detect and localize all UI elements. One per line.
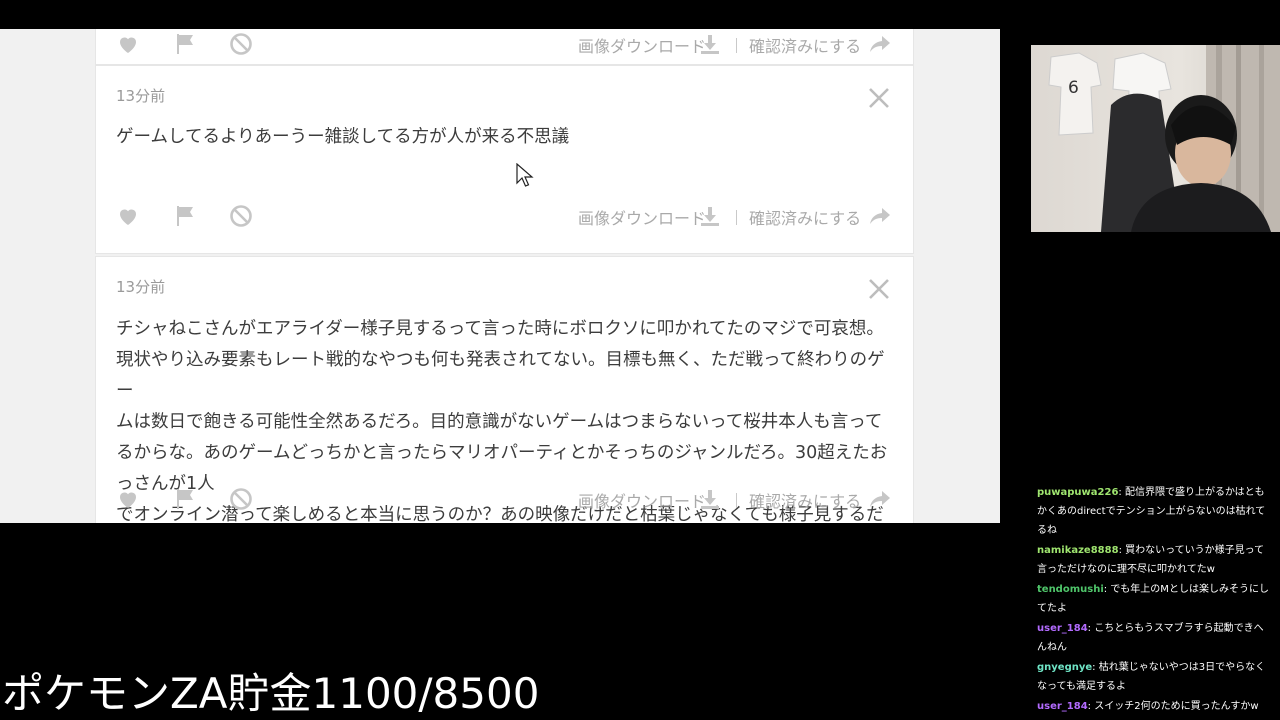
chat-username[interactable]: tendomushi [1037,584,1104,595]
chat-message: user_184: こちとらもうスマブラすら起動できへんねん [1037,619,1273,657]
forward-arrow-icon[interactable] [868,487,892,511]
mark-confirmed-link[interactable]: 確認済みにする [749,33,861,57]
flag-icon[interactable] [173,32,197,56]
chat-message: user_184: スイッチ2何のために買ったんすかw [1037,697,1273,716]
close-icon[interactable] [867,86,891,110]
mark-confirmed-link[interactable]: 確認済みにする [749,488,861,512]
comment-time: 13分前 [116,278,166,296]
savings-goal-text: ポケモンZA貯金1100/8500 [2,669,540,718]
comment-card: 画像ダウンロード 確認済みにする [95,29,914,65]
chat-username[interactable]: puwapuwa226 [1037,487,1118,498]
heart-icon[interactable] [116,204,140,228]
streamer-webcam-image: 6 [1048,45,1280,232]
download-image-link[interactable]: 画像ダウンロード [578,33,706,57]
comment-time: 13分前 [116,87,166,105]
svg-text:6: 6 [1068,78,1079,98]
block-icon[interactable] [229,204,253,228]
heart-icon[interactable] [116,487,140,511]
download-icon[interactable] [698,487,722,511]
action-divider [736,38,737,53]
block-icon[interactable] [229,487,253,511]
forward-arrow-icon[interactable] [868,204,892,228]
browser-capture: 画像ダウンロード 確認済みにする 13分前 ゲームしてるよりあーうー雑談してる方… [0,29,1000,523]
card-actions: 画像ダウンロード 確認済みにする [96,201,915,231]
download-image-link[interactable]: 画像ダウンロード [578,205,706,229]
heart-icon[interactable] [116,32,140,56]
card-actions: 画像ダウンロード 確認済みにする [96,29,915,59]
comment-card: 13分前 ゲームしてるよりあーうー雑談してる方が人が来る不思議 画像ダウンロード… [95,65,914,254]
action-divider [736,493,737,508]
forward-arrow-icon[interactable] [868,32,892,56]
chat-message: namikaze8888: 買わないっていうか様子見って言っただけなのに理不尽に… [1037,541,1273,579]
chat-message: gnyegnye: 枯れ葉じゃないやつは3日でやらなくなっても満足するよ [1037,658,1273,696]
chat-message: puwapuwa226: 配信界隈で盛り上がるかはともかくあのdirectでテン… [1037,483,1273,540]
chat-text: スイッチ2何のために買ったんすかw [1094,701,1259,712]
flag-icon[interactable] [173,487,197,511]
download-icon[interactable] [698,32,722,56]
close-icon[interactable] [867,277,891,301]
download-image-link[interactable]: 画像ダウンロード [578,488,706,512]
block-icon[interactable] [229,32,253,56]
chat-username[interactable]: namikaze8888 [1037,545,1119,556]
flag-icon[interactable] [173,204,197,228]
chat-message: tendomushi: でも年上のMとしは楽しみそうにしてたよ [1037,580,1273,618]
action-divider [736,210,737,225]
chat-username[interactable]: user_184 [1037,701,1088,712]
webcam-feed: 6 [1031,45,1280,232]
card-actions: 画像ダウンロード 確認済みにする [96,484,915,514]
mouse-cursor-icon [516,163,534,187]
download-icon[interactable] [698,204,722,228]
stream-layout: 画像ダウンロード 確認済みにする 13分前 ゲームしてるよりあーうー雑談してる方… [0,0,1280,720]
chat-overlay: puwapuwa226: 配信界隈で盛り上がるかはともかくあのdirectでテン… [1037,483,1273,720]
chat-username[interactable]: gnyegnye [1037,662,1092,673]
chat-username[interactable]: user_184 [1037,623,1088,634]
comment-card: 13分前 チシャねこさんがエアライダー様子見するって言った時にボロクソに叩かれて… [95,256,914,523]
comment-text: ゲームしてるよりあーうー雑談してる方が人が来る不思議 [116,127,570,147]
mark-confirmed-link[interactable]: 確認済みにする [749,205,861,229]
